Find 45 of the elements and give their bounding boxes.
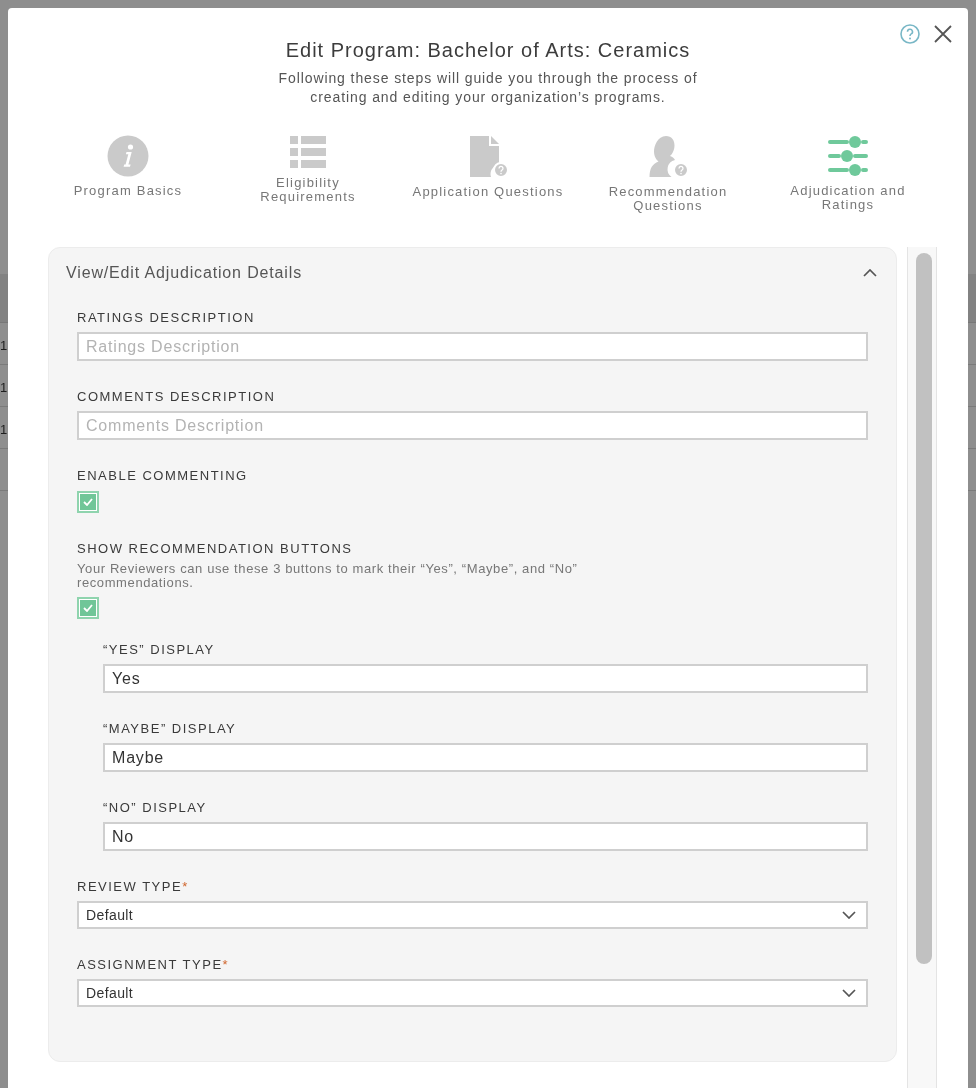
- close-icon: [934, 25, 952, 43]
- step-tab[interactable]: Recommendation Questions: [590, 135, 746, 213]
- text-input[interactable]: No: [103, 822, 868, 851]
- checkbox[interactable]: [77, 491, 99, 513]
- field-label: ENABLE COMMENTING: [77, 468, 249, 484]
- field-description: Your Reviewers can use these 3 buttons to mark their “Yes”, “Maybe”, and “No” recommendations.: [77, 562, 579, 590]
- table-cell: 1: [0, 421, 8, 438]
- field-label: REVIEW TYPE*: [77, 879, 190, 895]
- help-button[interactable]: [900, 24, 920, 44]
- check-icon: [83, 498, 93, 506]
- check-icon: [83, 604, 93, 612]
- panel-title[interactable]: View/Edit Adjudication Details: [66, 263, 302, 283]
- field-label: “MAYBE” DISPLAY: [103, 721, 238, 737]
- scrollbar-thumb[interactable]: [916, 253, 932, 964]
- dropdown-select[interactable]: Default: [77, 901, 868, 929]
- dropdown-select[interactable]: Default: [77, 979, 868, 1007]
- text-input[interactable]: Yes: [103, 664, 868, 693]
- chevron-down-icon: [842, 989, 856, 997]
- step-tab[interactable]: Eligibility Requirements: [230, 135, 386, 213]
- table-cell: 1: [0, 379, 8, 396]
- field-label: ASSIGNMENT TYPE*: [77, 957, 231, 973]
- field-label: SHOW RECOMMENDATION BUTTONS: [77, 541, 354, 557]
- text-input[interactable]: Comments Description: [77, 411, 868, 440]
- table-cell: 1: [0, 337, 8, 354]
- help-icon: [900, 24, 920, 44]
- field-label: COMMENTS DESCRIPTION: [77, 389, 277, 405]
- chevron-down-icon: [842, 911, 856, 919]
- list-icon: [289, 135, 327, 169]
- sliders-icon: [827, 135, 869, 177]
- person-question-icon: [647, 135, 689, 178]
- checkbox[interactable]: [77, 597, 99, 619]
- field-label: “YES” DISPLAY: [103, 642, 216, 658]
- field-label: RATINGS DESCRIPTION: [77, 310, 256, 326]
- close-button[interactable]: [934, 25, 952, 43]
- field-label: “NO” DISPLAY: [103, 800, 208, 816]
- info-icon: [107, 135, 149, 177]
- text-input[interactable]: Ratings Description: [77, 332, 868, 361]
- scrollbar-track[interactable]: [907, 247, 937, 1088]
- dialog-subtitle: Following these steps will guide you through the process of creating and editing your organization’s programs.: [277, 69, 699, 107]
- document-question-icon: [467, 135, 509, 178]
- step-tab[interactable]: Adjudication and Ratings: [770, 135, 926, 213]
- step-tab[interactable]: Program Basics: [73, 135, 183, 213]
- text-input[interactable]: Maybe: [103, 743, 868, 772]
- dialog-title: Edit Program: Bachelor of Arts: Ceramics: [285, 38, 691, 62]
- step-tab[interactable]: Application Questions: [412, 135, 564, 213]
